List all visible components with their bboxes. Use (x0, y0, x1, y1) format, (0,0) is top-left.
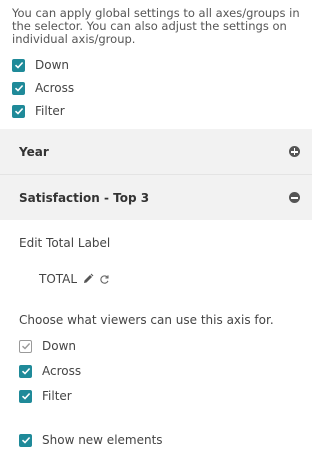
section-title: Satisfaction - Top 3 (19, 190, 150, 205)
pencil-icon[interactable] (82, 273, 94, 285)
refresh-icon[interactable] (99, 274, 110, 285)
section-header-year[interactable]: Year (0, 129, 312, 174)
checkbox-checked-icon (19, 364, 32, 378)
total-label-row: TOTAL (39, 270, 110, 288)
axis-filter-checkbox[interactable]: Filter (19, 387, 72, 405)
usage-heading: Choose what viewers can use this axis fo… (19, 313, 274, 327)
checkbox-label: Across (35, 81, 75, 95)
checkbox-label: Filter (35, 104, 65, 118)
show-new-elements-checkbox[interactable]: Show new elements (19, 431, 163, 449)
checkbox-checked-icon (12, 104, 25, 118)
section-header-satisfaction[interactable]: Satisfaction - Top 3 (0, 175, 312, 220)
checkbox-label: Show new elements (42, 433, 163, 447)
checkbox-label: Across (42, 364, 82, 378)
checkbox-checked-icon (12, 58, 25, 72)
axis-across-checkbox[interactable]: Across (19, 362, 81, 380)
checkbox-label: Down (42, 339, 77, 353)
intro-text: You can apply global settings to all axe… (12, 6, 300, 46)
minus-circle-icon[interactable] (289, 192, 300, 203)
axis-down-checkbox: Down (19, 337, 76, 355)
checkbox-label: Down (35, 58, 70, 72)
global-down-checkbox[interactable]: Down (12, 56, 69, 74)
axis-settings-panel: You can apply global settings to all axe… (0, 0, 312, 463)
checkbox-disabled-checked-icon (19, 339, 32, 353)
plus-circle-icon[interactable] (289, 146, 300, 157)
global-across-checkbox[interactable]: Across (12, 79, 74, 97)
checkbox-checked-icon (19, 433, 32, 447)
edit-total-label-heading: Edit Total Label (19, 236, 111, 250)
section-title: Year (19, 144, 49, 159)
checkbox-checked-icon (19, 389, 32, 403)
checkbox-label: Filter (42, 389, 72, 403)
checkbox-checked-icon (12, 81, 25, 95)
total-label-value: TOTAL (39, 272, 78, 286)
global-filter-checkbox[interactable]: Filter (12, 102, 65, 120)
